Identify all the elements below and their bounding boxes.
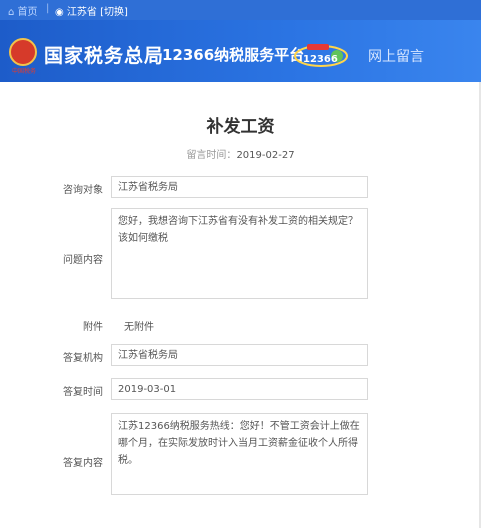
location-pin-icon: ◉ bbox=[55, 7, 64, 18]
attachment-value: 无附件 bbox=[124, 322, 154, 333]
logo-text: 12366 bbox=[303, 54, 338, 65]
reply-content-label: 答复内容 bbox=[63, 458, 103, 469]
question-label: 问题内容 bbox=[63, 255, 103, 266]
attachment-label: 附件 bbox=[83, 322, 103, 333]
org-name: 国家税务总局 bbox=[44, 45, 165, 67]
home-link[interactable]: ⌂ 首页 bbox=[8, 3, 38, 18]
section-title: 网上留言 bbox=[368, 49, 424, 65]
message-date-row: 留言时间：2019-02-27 bbox=[0, 146, 481, 161]
tax-emblem-icon bbox=[9, 38, 37, 66]
home-label[interactable]: 首页 bbox=[18, 7, 38, 18]
reply-time-field: 2019-03-01 bbox=[111, 378, 368, 400]
date-value: 2019-02-27 bbox=[236, 150, 295, 161]
reply-time-label: 答复时间 bbox=[63, 387, 103, 398]
site-header: 中国税务 国家税务总局 12366纳税服务平台 12366 网上留言 bbox=[0, 20, 481, 82]
12366-logo-icon: 12366 bbox=[294, 44, 348, 67]
date-label: 留言时间： bbox=[186, 150, 237, 161]
question-content: 您好，我想咨询下江苏省有没有补发工资的相关规定？该如何缴税 bbox=[111, 208, 368, 299]
platform-name: 12366纳税服务平台 bbox=[162, 46, 305, 64]
divider: | bbox=[46, 3, 50, 14]
location-label[interactable]: 江苏省 [切换] bbox=[67, 7, 128, 18]
reply-content: 江苏12366纳税服务热线：您好！不管工资会计上做在哪个月，在实际发放时计入当月… bbox=[111, 413, 368, 495]
top-nav-bar: ⌂ 首页 | ◉ 江苏省 [切换] bbox=[0, 0, 481, 20]
reply-org-field: 江苏省税务局 bbox=[111, 344, 368, 366]
target-field: 江苏省税务局 bbox=[111, 176, 368, 198]
target-label: 咨询对象 bbox=[63, 185, 103, 196]
location-switcher[interactable]: ◉ 江苏省 [切换] bbox=[55, 3, 128, 18]
emblem-caption: 中国税务 bbox=[11, 68, 36, 75]
reply-org-label: 答复机构 bbox=[63, 353, 103, 364]
message-title: 补发工资 bbox=[206, 117, 275, 137]
